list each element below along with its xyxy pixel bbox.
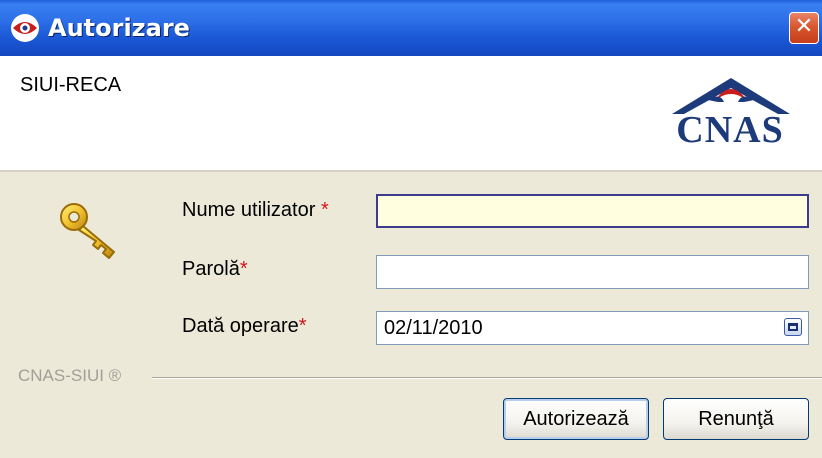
dialog-header: SIUI-RECA CNAS [0, 56, 822, 172]
date-value: 02/11/2010 [384, 317, 483, 339]
username-input[interactable] [376, 194, 809, 228]
close-icon: ✕ [794, 14, 814, 39]
password-label: Parolă* [182, 258, 248, 280]
copyright-label: CNAS-SIUI ® [18, 366, 130, 386]
key-icon [60, 203, 115, 259]
date-picker[interactable]: 02/11/2010 [376, 311, 809, 345]
login-dialog: Autorizare ✕ SIUI-RECA CNAS Nume utiliza… [0, 0, 822, 458]
app-name: SIUI-RECA [20, 74, 122, 96]
date-label: Dată operare* [182, 315, 307, 337]
required-mark: * [298, 315, 307, 337]
username-label: Nume utilizator * [182, 199, 329, 221]
required-mark: * [239, 258, 248, 280]
calendar-icon [788, 323, 798, 331]
authorize-button[interactable]: Autorizează [503, 398, 649, 440]
title-bar[interactable]: Autorizare ✕ [0, 0, 822, 56]
separator-line [152, 377, 822, 379]
footer-separator: CNAS-SIUI ® [0, 366, 822, 388]
close-button[interactable]: ✕ [789, 12, 819, 44]
window-title: Autorizare [48, 14, 190, 42]
eye-icon [11, 14, 39, 42]
required-mark: * [320, 199, 329, 221]
calendar-button[interactable] [784, 318, 802, 336]
logo-text: CNAS [676, 109, 784, 151]
password-input[interactable] [376, 255, 809, 289]
cancel-button[interactable]: Renunţă [663, 398, 809, 440]
cnas-logo: CNAS [650, 72, 810, 168]
